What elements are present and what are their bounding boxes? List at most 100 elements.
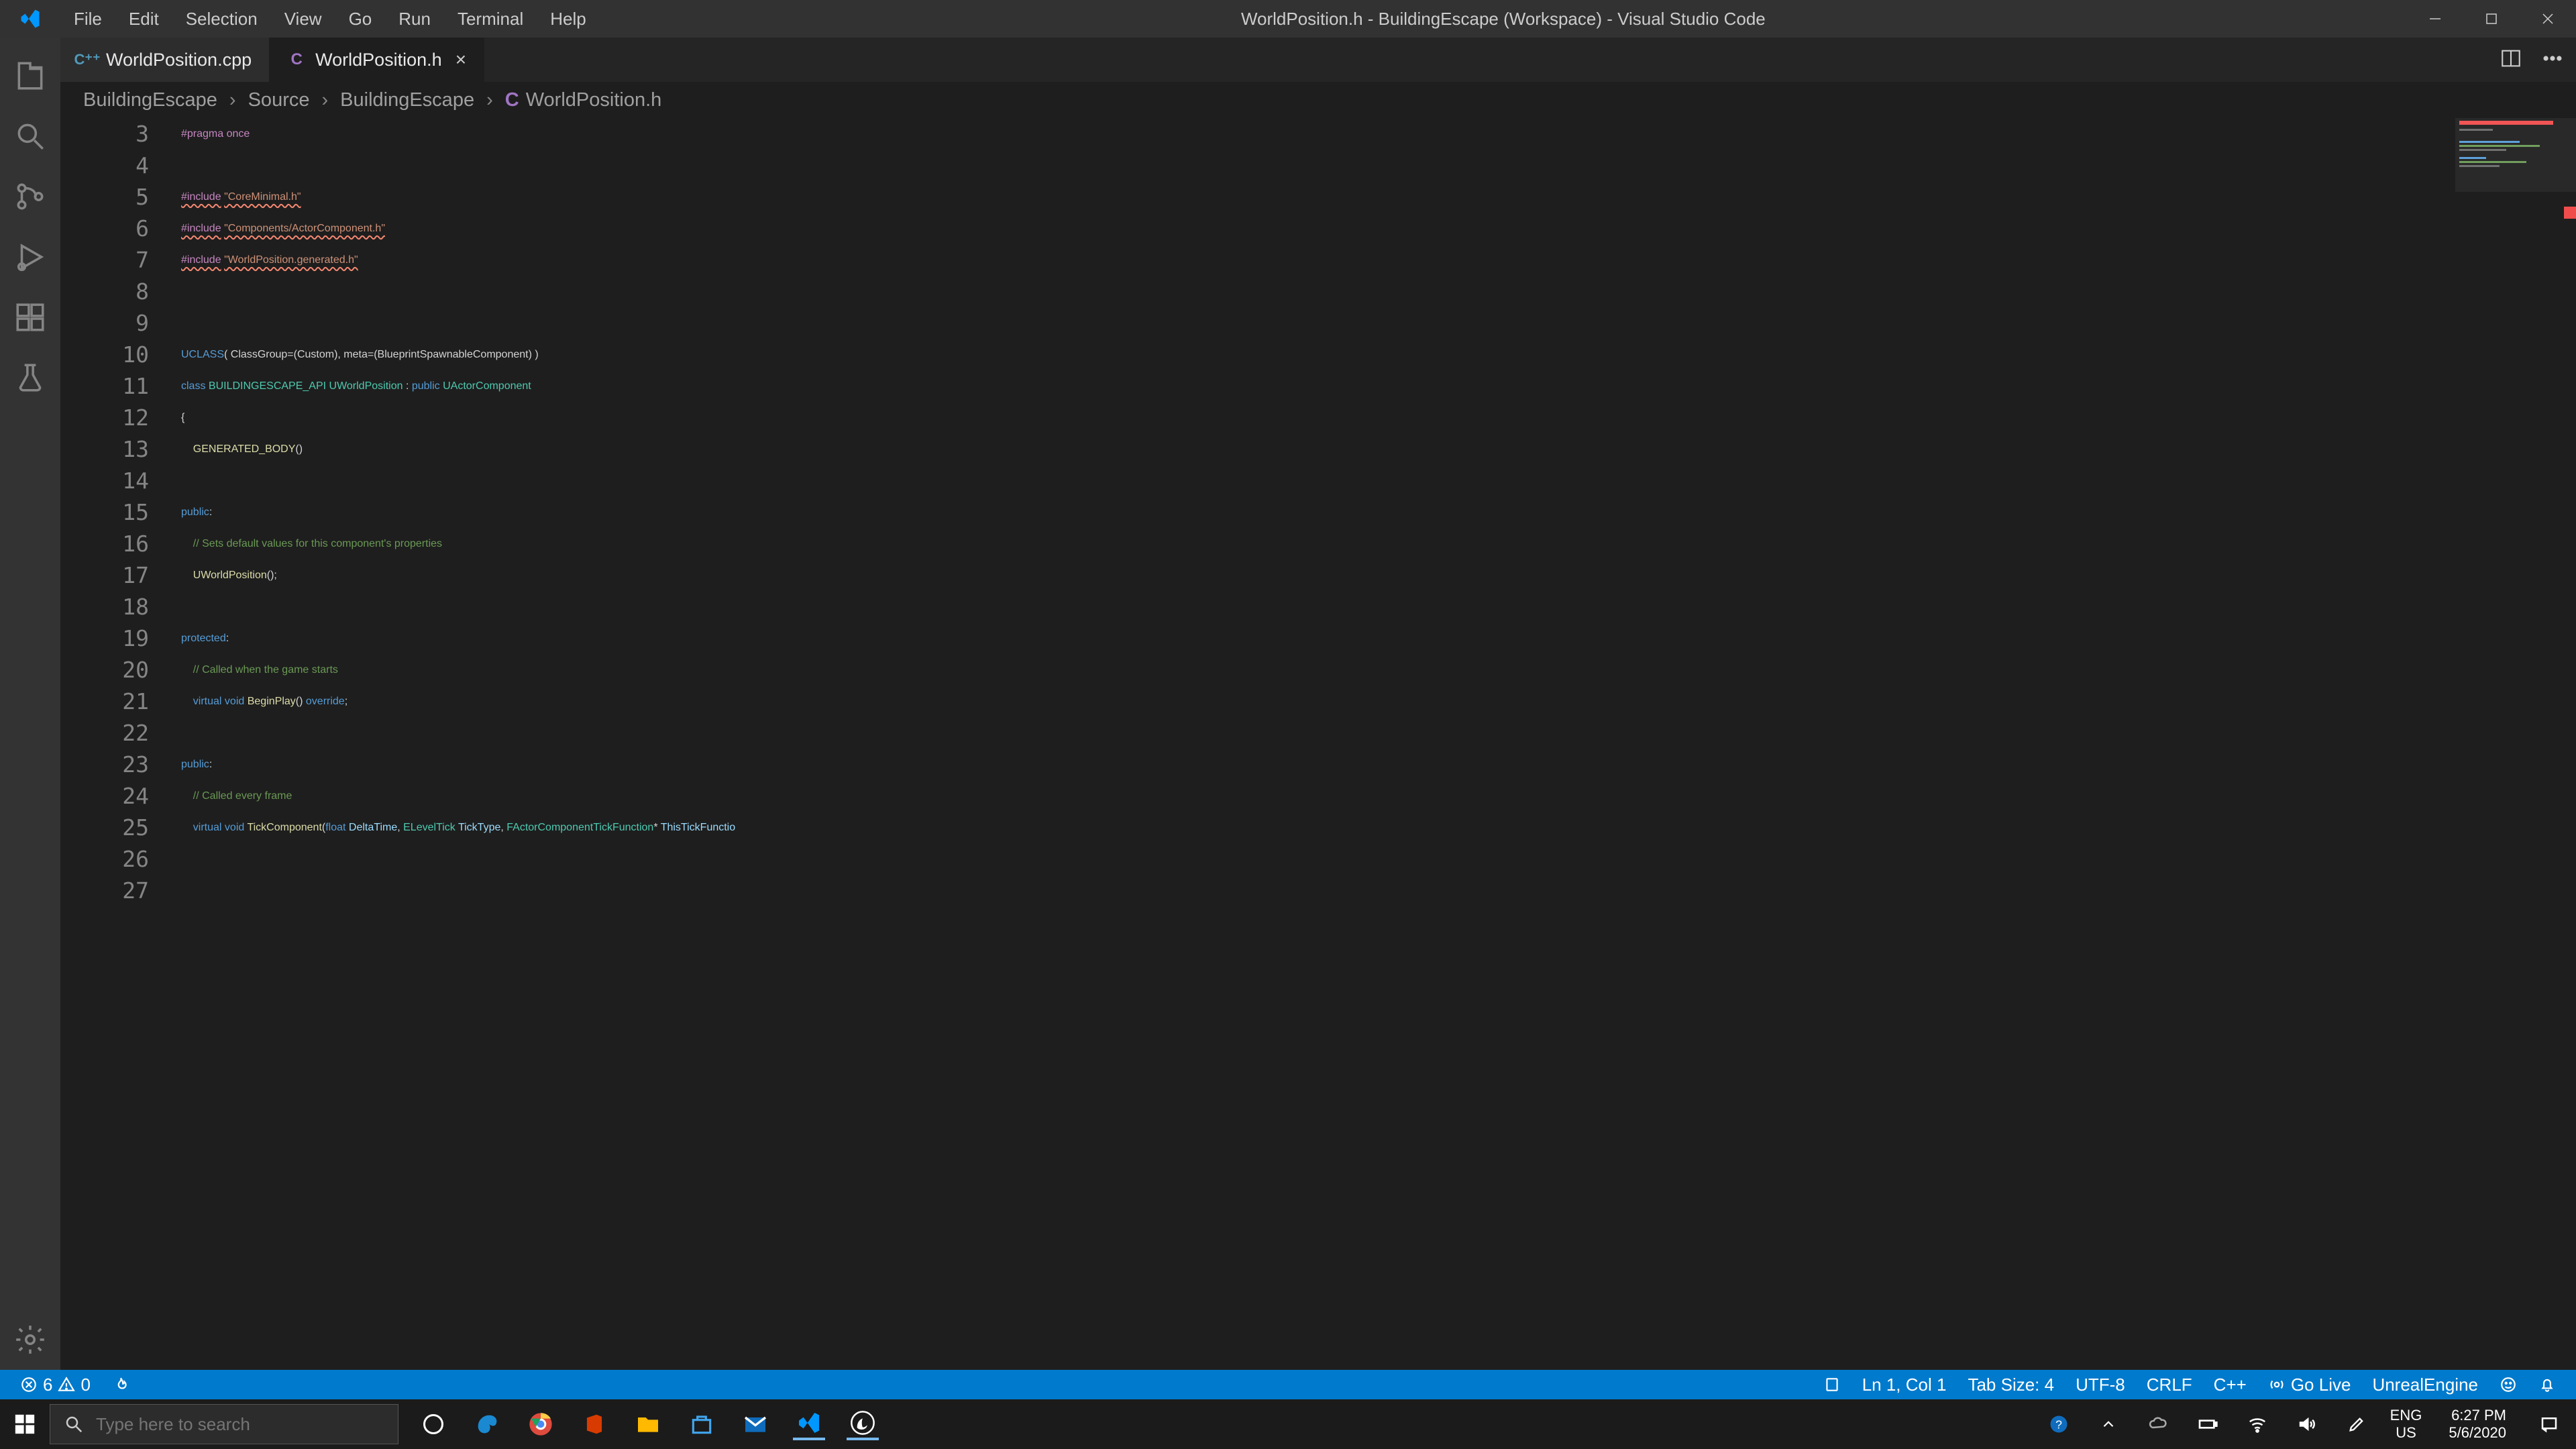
error-count: 6 — [43, 1375, 52, 1395]
chevron-right-icon: › — [229, 89, 236, 111]
office-icon[interactable] — [578, 1408, 610, 1440]
code-line[interactable]: 18 — [60, 591, 2576, 623]
file-explorer-icon[interactable] — [632, 1408, 664, 1440]
editor-viewport[interactable]: 3#pragma once45#include "CoreMinimal.h"6… — [60, 118, 2576, 1370]
code-line[interactable]: 20 // Called when the game starts — [60, 654, 2576, 686]
split-editor-icon[interactable] — [2500, 47, 2522, 73]
tray-battery-icon[interactable] — [2192, 1408, 2224, 1440]
code-line[interactable]: 27 — [60, 875, 2576, 906]
tray-onedrive-icon[interactable] — [2142, 1408, 2174, 1440]
status-feedback-icon[interactable] — [2489, 1376, 2528, 1393]
clock-time: 6:27 PM — [2451, 1407, 2506, 1424]
code-line[interactable]: 4 — [60, 150, 2576, 181]
code-line[interactable]: 13 GENERATED_BODY() — [60, 433, 2576, 465]
code-line[interactable]: 7#include "WorldPosition.generated.h" — [60, 244, 2576, 276]
close-tab-icon[interactable]: × — [455, 49, 466, 70]
status-golive[interactable]: Go Live — [2257, 1375, 2362, 1395]
source-control-icon[interactable] — [0, 166, 60, 227]
code-line[interactable]: 12{ — [60, 402, 2576, 433]
code-line[interactable]: 24 // Called every frame — [60, 780, 2576, 812]
code-line[interactable]: 17 UWorldPosition(); — [60, 559, 2576, 591]
cortana-icon[interactable] — [417, 1408, 449, 1440]
line-number: 22 — [60, 720, 181, 746]
run-debug-icon[interactable] — [0, 227, 60, 287]
code-line[interactable]: 10UCLASS( ClassGroup=(Custom), meta=(Blu… — [60, 339, 2576, 370]
menu-file[interactable]: File — [60, 0, 115, 38]
mail-icon[interactable] — [739, 1408, 771, 1440]
tray-wifi-icon[interactable] — [2241, 1408, 2273, 1440]
tray-pen-icon[interactable] — [2341, 1408, 2373, 1440]
close-button[interactable] — [2520, 0, 2576, 38]
settings-gear-icon[interactable] — [0, 1309, 60, 1370]
tray-clock[interactable]: 6:27 PM 5/6/2020 — [2439, 1407, 2516, 1442]
extensions-icon[interactable] — [0, 287, 60, 347]
status-flame-icon[interactable] — [101, 1376, 140, 1393]
tray-volume-icon[interactable] — [2291, 1408, 2323, 1440]
line-number: 13 — [60, 436, 181, 462]
code-line[interactable]: 16 // Sets default values for this compo… — [60, 528, 2576, 559]
search-icon[interactable] — [0, 106, 60, 166]
code-line[interactable]: 23public: — [60, 749, 2576, 780]
tab-WorldPosition-h[interactable]: CWorldPosition.h× — [270, 38, 484, 82]
tray-language[interactable]: ENG US — [2390, 1407, 2422, 1442]
code-line[interactable]: 9 — [60, 307, 2576, 339]
explorer-icon[interactable] — [0, 46, 60, 106]
edge-icon[interactable] — [471, 1408, 503, 1440]
tab-WorldPosition-cpp[interactable]: C⁺⁺WorldPosition.cpp — [60, 38, 270, 82]
breadcrumb-segment[interactable]: BuildingEscape — [340, 89, 474, 111]
more-actions-icon[interactable] — [2541, 47, 2564, 73]
status-language[interactable]: C++ — [2203, 1375, 2257, 1395]
menu-terminal[interactable]: Terminal — [444, 0, 537, 38]
menu-help[interactable]: Help — [537, 0, 599, 38]
code-line[interactable]: 25 virtual void TickComponent(float Delt… — [60, 812, 2576, 843]
breadcrumb-file[interactable]: WorldPosition.h — [526, 89, 662, 111]
status-bell-icon[interactable] — [2528, 1376, 2567, 1393]
line-number: 10 — [60, 341, 181, 368]
store-icon[interactable] — [686, 1408, 718, 1440]
status-selection-icon[interactable] — [1813, 1376, 1851, 1393]
code-line[interactable]: 15public: — [60, 496, 2576, 528]
status-unreal[interactable]: UnrealEngine — [2361, 1375, 2489, 1395]
vscode-taskbar-icon[interactable] — [793, 1408, 825, 1440]
status-tab-size[interactable]: Tab Size: 4 — [1957, 1375, 2065, 1395]
breadcrumb[interactable]: BuildingEscape›Source›BuildingEscape›C W… — [60, 82, 2576, 118]
status-errors[interactable]: 6 0 — [9, 1375, 101, 1395]
menu-run[interactable]: Run — [385, 0, 444, 38]
code-line[interactable]: 26 — [60, 843, 2576, 875]
tray-help-icon[interactable]: ? — [2043, 1408, 2075, 1440]
maximize-button[interactable] — [2463, 0, 2520, 38]
code-line[interactable]: 3#pragma once — [60, 118, 2576, 150]
menu-selection[interactable]: Selection — [172, 0, 271, 38]
code-line[interactable]: 5#include "CoreMinimal.h" — [60, 181, 2576, 213]
tray-chevron-icon[interactable] — [2092, 1408, 2125, 1440]
taskbar-search-input[interactable] — [96, 1414, 384, 1435]
code-line[interactable]: 14 — [60, 465, 2576, 496]
status-ln-col[interactable]: Ln 1, Col 1 — [1851, 1375, 1957, 1395]
minimap[interactable] — [2455, 118, 2576, 1370]
breadcrumb-segment[interactable]: Source — [248, 89, 310, 111]
code-line[interactable]: 19protected: — [60, 623, 2576, 654]
menu-edit[interactable]: Edit — [115, 0, 172, 38]
minimize-button[interactable] — [2407, 0, 2463, 38]
menu-view[interactable]: View — [271, 0, 335, 38]
status-eol[interactable]: CRLF — [2136, 1375, 2203, 1395]
code-line[interactable]: 22 — [60, 717, 2576, 749]
code-content: #include "CoreMinimal.h" — [181, 191, 301, 203]
taskbar-search[interactable] — [50, 1404, 398, 1444]
menu-go[interactable]: Go — [335, 0, 386, 38]
test-icon[interactable] — [0, 347, 60, 408]
status-encoding[interactable]: UTF-8 — [2065, 1375, 2136, 1395]
code-line[interactable]: 21 virtual void BeginPlay() override; — [60, 686, 2576, 717]
chrome-icon[interactable] — [525, 1408, 557, 1440]
line-number: 20 — [60, 657, 181, 683]
lang-primary: ENG — [2390, 1407, 2422, 1424]
start-button[interactable] — [0, 1399, 50, 1449]
breadcrumb-segment[interactable]: BuildingEscape — [83, 89, 217, 111]
window-title: WorldPosition.h - BuildingEscape (Worksp… — [600, 9, 2407, 30]
code-line[interactable]: 8 — [60, 276, 2576, 307]
unreal-taskbar-icon[interactable] — [847, 1408, 879, 1440]
tray-notifications-icon[interactable] — [2533, 1408, 2565, 1440]
code-line[interactable]: 11class BUILDINGESCAPE_API UWorldPositio… — [60, 370, 2576, 402]
line-number: 17 — [60, 562, 181, 588]
code-line[interactable]: 6#include "Components/ActorComponent.h" — [60, 213, 2576, 244]
